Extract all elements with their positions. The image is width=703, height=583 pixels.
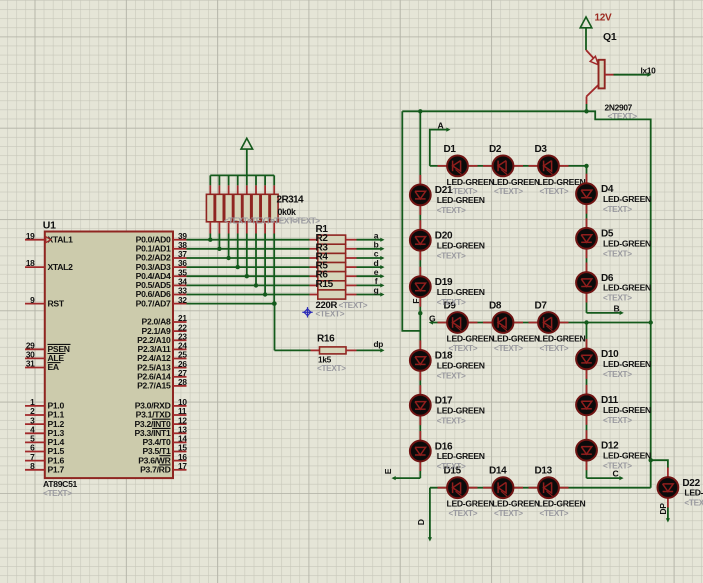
svg-text:<TEXT>: <TEXT> <box>540 509 569 518</box>
svg-text:P0.7/AD7: P0.7/AD7 <box>136 298 171 308</box>
svg-text:17: 17 <box>178 461 187 471</box>
svg-text:D1: D1 <box>444 144 457 155</box>
svg-text:AT89C51: AT89C51 <box>43 479 78 489</box>
svg-text:<TEXT>: <TEXT> <box>603 370 632 379</box>
svg-text:LED-GREEN: LED-GREEN <box>437 240 485 250</box>
svg-text:LED-GREEN: LED-GREEN <box>437 405 485 415</box>
svg-text:P3.7/RD: P3.7/RD <box>140 465 170 475</box>
svg-text:<TEXT>: <TEXT> <box>437 372 466 381</box>
svg-text:<TEXT>: <TEXT> <box>540 187 569 196</box>
svg-text:<TEXT>: <TEXT> <box>603 416 632 425</box>
svg-text:F: F <box>411 299 421 304</box>
svg-text:U1: U1 <box>43 220 56 232</box>
svg-text:G: G <box>429 314 436 324</box>
svg-text:<TEXT>: <TEXT> <box>317 364 346 373</box>
svg-text:LED-GREEN: LED-GREEN <box>492 499 540 509</box>
svg-text:D8: D8 <box>489 301 502 312</box>
svg-text:<TEXT>: <TEXT> <box>603 205 632 214</box>
svg-text:LED-GREEN: LED-GREEN <box>447 177 495 187</box>
svg-text:EA: EA <box>48 362 59 372</box>
svg-text:9: 9 <box>30 295 35 305</box>
svg-text:<TEXT>: <TEXT> <box>437 462 466 471</box>
svg-text:LED-GREEN: LED-GREEN <box>492 177 540 187</box>
svg-text:32: 32 <box>178 295 187 305</box>
svg-text:LED-GREEN: LED-GREEN <box>603 450 651 460</box>
svg-text:D7: D7 <box>535 301 548 312</box>
svg-text:DP: DP <box>658 503 668 515</box>
svg-text:LED-GREEN: LED-GREEN <box>603 238 651 248</box>
svg-text:RST: RST <box>48 298 65 308</box>
svg-text:LED-GREEN: LED-GREEN <box>538 499 586 509</box>
svg-text:D: D <box>416 519 426 525</box>
svg-text:18: 18 <box>26 258 35 268</box>
svg-text:g: g <box>374 285 379 295</box>
svg-text:LED-GREEN: LED-GREEN <box>603 194 651 204</box>
svg-text:LED-GREEN: LED-GREEN <box>447 333 495 343</box>
svg-text:LED-GREEN: LED-GREEN <box>603 283 651 293</box>
svg-text:<TEXT>: <TEXT> <box>684 499 703 508</box>
svg-text:<TEXT>: <TEXT> <box>603 294 632 303</box>
svg-text:<TEXT>: <TEXT> <box>603 250 632 259</box>
svg-text:D2: D2 <box>489 144 502 155</box>
svg-text:D3: D3 <box>535 144 548 155</box>
svg-text:XTAL2: XTAL2 <box>48 262 74 272</box>
svg-text:<TEXT>: <TEXT> <box>339 301 368 310</box>
svg-text:<TEXT>: <TEXT> <box>437 416 466 425</box>
svg-text:<TEXT>: <TEXT> <box>449 344 478 353</box>
svg-text:<TEXT>: <TEXT> <box>540 344 569 353</box>
svg-text:<TEXT>: <TEXT> <box>603 461 632 470</box>
svg-text:A: A <box>438 121 444 131</box>
svg-text:P2.7/A15: P2.7/A15 <box>137 381 171 391</box>
svg-text:0k0k: 0k0k <box>278 207 296 217</box>
svg-text:P1.7: P1.7 <box>48 465 65 475</box>
svg-text:R15: R15 <box>316 279 334 290</box>
svg-text:<TEXT>: <TEXT> <box>43 489 72 498</box>
svg-text:31: 31 <box>26 359 35 369</box>
svg-text:LED-GREEN: LED-GREEN <box>437 195 485 205</box>
svg-text:LED-GREEN: LED-GREEN <box>492 333 540 343</box>
svg-text:1k5: 1k5 <box>318 354 332 364</box>
svg-text:LED-GREEN: LED-GREEN <box>603 359 651 369</box>
svg-text:<TEXT>: <TEXT> <box>437 298 466 307</box>
svg-text:LED-GREEN: LED-GREEN <box>437 361 485 371</box>
svg-text:LED-GREEN: LED-GREEN <box>538 333 586 343</box>
svg-text:28: 28 <box>178 377 187 387</box>
svg-text:D13: D13 <box>535 466 553 477</box>
svg-text:<TEXT>: <TEXT> <box>437 206 466 215</box>
svg-text:B: B <box>614 304 620 314</box>
svg-text:8: 8 <box>30 461 35 471</box>
svg-text:E: E <box>383 468 393 474</box>
svg-text:LED-GREEN: LED-GREEN <box>603 405 651 415</box>
svg-text:LED-GREEN: LED-GREEN <box>538 177 586 187</box>
svg-text:LED-GREEN: LED-GREEN <box>684 488 703 498</box>
svg-text:<TEXT>: <TEXT> <box>494 187 523 196</box>
svg-text:19: 19 <box>26 231 35 241</box>
svg-text:dp: dp <box>374 339 384 349</box>
svg-text:lx10: lx10 <box>641 65 657 75</box>
svg-text:D14: D14 <box>489 466 507 477</box>
svg-text:R16: R16 <box>317 333 335 344</box>
svg-text:2R314: 2R314 <box>277 195 305 206</box>
svg-text:<TEXT>: <TEXT> <box>449 509 478 518</box>
svg-text:LED-GREEN: LED-GREEN <box>447 499 495 509</box>
svg-text:<TEXT>: <TEXT> <box>437 251 466 260</box>
svg-text:LED-GREEN: LED-GREEN <box>437 451 485 461</box>
svg-text:Q1: Q1 <box>603 31 617 43</box>
svg-text:<TEXT>: <TEXT> <box>494 509 523 518</box>
svg-text:LED-GREEN: LED-GREEN <box>437 287 485 297</box>
svg-text:<TEXT>: <TEXT> <box>316 310 345 319</box>
svg-text:12V: 12V <box>595 12 613 23</box>
svg-text:<TEXT>: <TEXT> <box>494 344 523 353</box>
